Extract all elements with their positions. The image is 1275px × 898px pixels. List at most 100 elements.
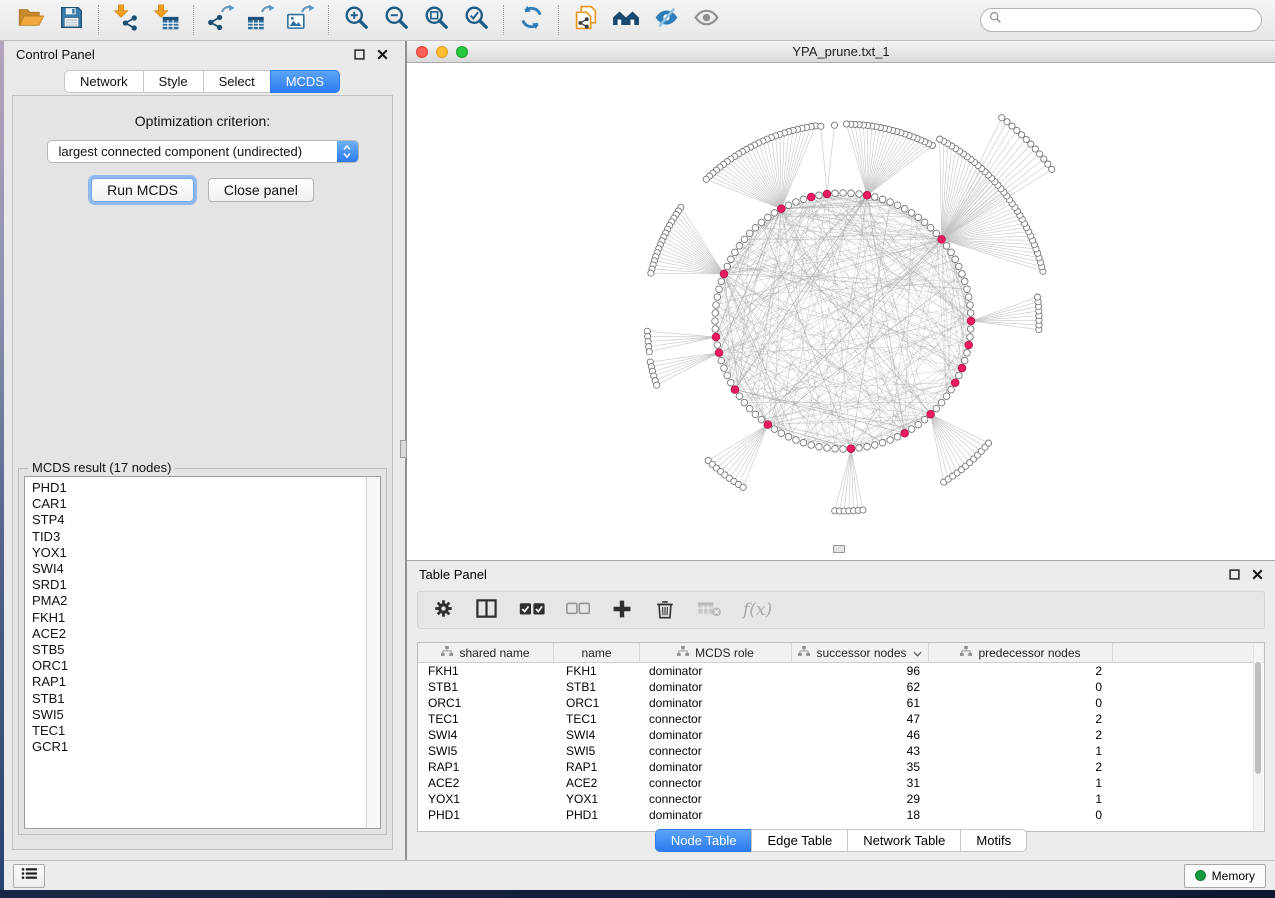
table-row[interactable]: RAP1RAP1dominator352 xyxy=(418,759,1264,775)
float-panel-icon[interactable] xyxy=(354,49,365,60)
save-session-button[interactable] xyxy=(55,4,87,36)
tab-network[interactable]: Network xyxy=(64,70,144,93)
divider-handle[interactable] xyxy=(400,440,407,458)
result-list-item[interactable]: TEC1 xyxy=(32,723,380,739)
result-list-item[interactable]: FKH1 xyxy=(32,610,380,626)
result-list-item[interactable]: SWI4 xyxy=(32,561,380,577)
dropdown-stepper-icon[interactable] xyxy=(337,141,358,162)
tab-edge-table[interactable]: Edge Table xyxy=(751,829,848,852)
result-list-item[interactable]: SWI5 xyxy=(32,707,380,723)
export-network-button[interactable] xyxy=(205,4,237,36)
float-table-panel-icon[interactable] xyxy=(1229,569,1240,580)
result-list-item[interactable]: PMA2 xyxy=(32,593,380,609)
table-mode-gear-button[interactable] xyxy=(433,598,454,622)
export-table-icon xyxy=(247,4,275,37)
panel-split-divider[interactable] xyxy=(400,41,407,860)
maximize-window-icon[interactable] xyxy=(456,46,468,58)
result-list-item[interactable]: TID3 xyxy=(32,529,380,545)
zoom-in-icon xyxy=(343,4,370,36)
export-table-button[interactable] xyxy=(245,4,277,36)
zoom-fit-button[interactable] xyxy=(420,4,452,36)
export-image-button[interactable] xyxy=(285,4,317,36)
select-all-rows-button[interactable] xyxy=(519,601,545,620)
refresh-view-button[interactable] xyxy=(515,4,547,36)
result-list-scrollbar[interactable] xyxy=(366,477,380,828)
result-list-item[interactable]: GCR1 xyxy=(32,739,380,755)
run-mcds-button[interactable]: Run MCDS xyxy=(91,178,194,202)
network-overview-button[interactable] xyxy=(610,4,642,36)
table-row[interactable]: YOX1YOX1connector291 xyxy=(418,791,1264,807)
tab-node-table[interactable]: Node Table xyxy=(655,829,753,852)
search-input[interactable] xyxy=(1008,12,1253,28)
show-columns-button[interactable] xyxy=(475,597,498,623)
zoom-selected-button[interactable] xyxy=(460,4,492,36)
result-list-item[interactable]: STB5 xyxy=(32,642,380,658)
clone-network-button[interactable] xyxy=(570,4,602,36)
result-list-item[interactable]: PHD1 xyxy=(32,480,380,496)
delete-columns-button[interactable] xyxy=(654,598,676,623)
column-header-name[interactable]: name xyxy=(554,643,640,662)
mcds-result-list[interactable]: PHD1CAR1STP4TID3YOX1SWI4SRD1PMA2FKH1ACE2… xyxy=(24,476,381,829)
column-header-shared-name[interactable]: shared name xyxy=(418,643,554,662)
table-row[interactable]: SWI5SWI5connector431 xyxy=(418,743,1264,759)
result-list-item[interactable]: YOX1 xyxy=(32,545,380,561)
hide-graphics-details-button[interactable] xyxy=(650,4,682,36)
tab-motifs[interactable]: Motifs xyxy=(960,829,1027,852)
cell: 96 xyxy=(792,664,929,678)
tab-mcds[interactable]: MCDS xyxy=(270,70,340,93)
horizontal-split-handle[interactable] xyxy=(833,545,845,553)
column-header-successor-nodes[interactable]: successor nodes xyxy=(792,643,929,662)
result-list-item[interactable]: ORC1 xyxy=(32,658,380,674)
table-scrollbar[interactable] xyxy=(1253,644,1263,830)
close-table-panel-icon[interactable] xyxy=(1252,569,1263,580)
result-list-item[interactable]: ACE2 xyxy=(32,626,380,642)
result-list-item[interactable]: SRD1 xyxy=(32,577,380,593)
table-row[interactable]: SWI4SWI4dominator462 xyxy=(418,727,1264,743)
network-canvas[interactable] xyxy=(407,63,1275,558)
cell: 35 xyxy=(792,760,929,774)
table-row[interactable]: PHD1PHD1dominator180 xyxy=(418,807,1264,823)
close-panel-icon[interactable] xyxy=(377,49,388,60)
taskbar-menu-button[interactable] xyxy=(13,864,45,888)
close-window-icon[interactable] xyxy=(416,46,428,58)
deselect-all-rows-icon xyxy=(566,601,590,619)
zoom-out-button[interactable] xyxy=(380,4,412,36)
criterion-dropdown[interactable]: largest connected component (undirected) xyxy=(47,140,359,163)
minimize-window-icon[interactable] xyxy=(436,46,448,58)
memory-button-label: Memory xyxy=(1212,869,1255,883)
table-row[interactable]: TEC1TEC1connector472 xyxy=(418,711,1264,727)
tab-style[interactable]: Style xyxy=(143,70,204,93)
table-scrollbar-thumb[interactable] xyxy=(1255,662,1261,774)
result-list-item[interactable]: RAP1 xyxy=(32,674,380,690)
cell: 2 xyxy=(929,760,1113,774)
open-session-button[interactable] xyxy=(15,4,47,36)
search-box[interactable] xyxy=(980,8,1262,32)
cell: TEC1 xyxy=(418,712,554,726)
node-table[interactable]: shared namenameMCDS rolesuccessor nodesp… xyxy=(417,642,1265,832)
column-header-filler xyxy=(1113,643,1264,662)
import-network-button[interactable] xyxy=(110,4,142,36)
deselect-all-rows-button[interactable] xyxy=(566,601,590,619)
zoom-in-button[interactable] xyxy=(340,4,372,36)
cell: SWI5 xyxy=(418,744,554,758)
network-window-titlebar[interactable]: YPA_prune.txt_1 xyxy=(407,41,1275,63)
result-list-item[interactable]: STP4 xyxy=(32,512,380,528)
close-panel-button[interactable]: Close panel xyxy=(208,178,314,202)
memory-button[interactable]: Memory xyxy=(1184,864,1266,888)
column-header-MCDS-role[interactable]: MCDS role xyxy=(640,643,792,662)
mcds-result-title: MCDS result (17 nodes) xyxy=(28,460,175,475)
result-list-item[interactable]: CAR1 xyxy=(32,496,380,512)
tab-network-table[interactable]: Network Table xyxy=(847,829,961,852)
table-row[interactable]: FKH1FKH1dominator962 xyxy=(418,663,1264,679)
table-panel-title: Table Panel xyxy=(419,567,1217,582)
import-table-button[interactable] xyxy=(150,4,182,36)
table-row[interactable]: ACE2ACE2connector311 xyxy=(418,775,1264,791)
result-list-item[interactable]: STB1 xyxy=(32,691,380,707)
show-graphics-details-button[interactable] xyxy=(690,4,722,36)
create-column-button[interactable] xyxy=(611,598,633,623)
table-row[interactable]: ORC1ORC1dominator610 xyxy=(418,695,1264,711)
table-row[interactable]: STB1STB1dominator620 xyxy=(418,679,1264,695)
tab-select[interactable]: Select xyxy=(203,70,271,93)
column-header-predecessor-nodes[interactable]: predecessor nodes xyxy=(929,643,1113,662)
cell: 47 xyxy=(792,712,929,726)
